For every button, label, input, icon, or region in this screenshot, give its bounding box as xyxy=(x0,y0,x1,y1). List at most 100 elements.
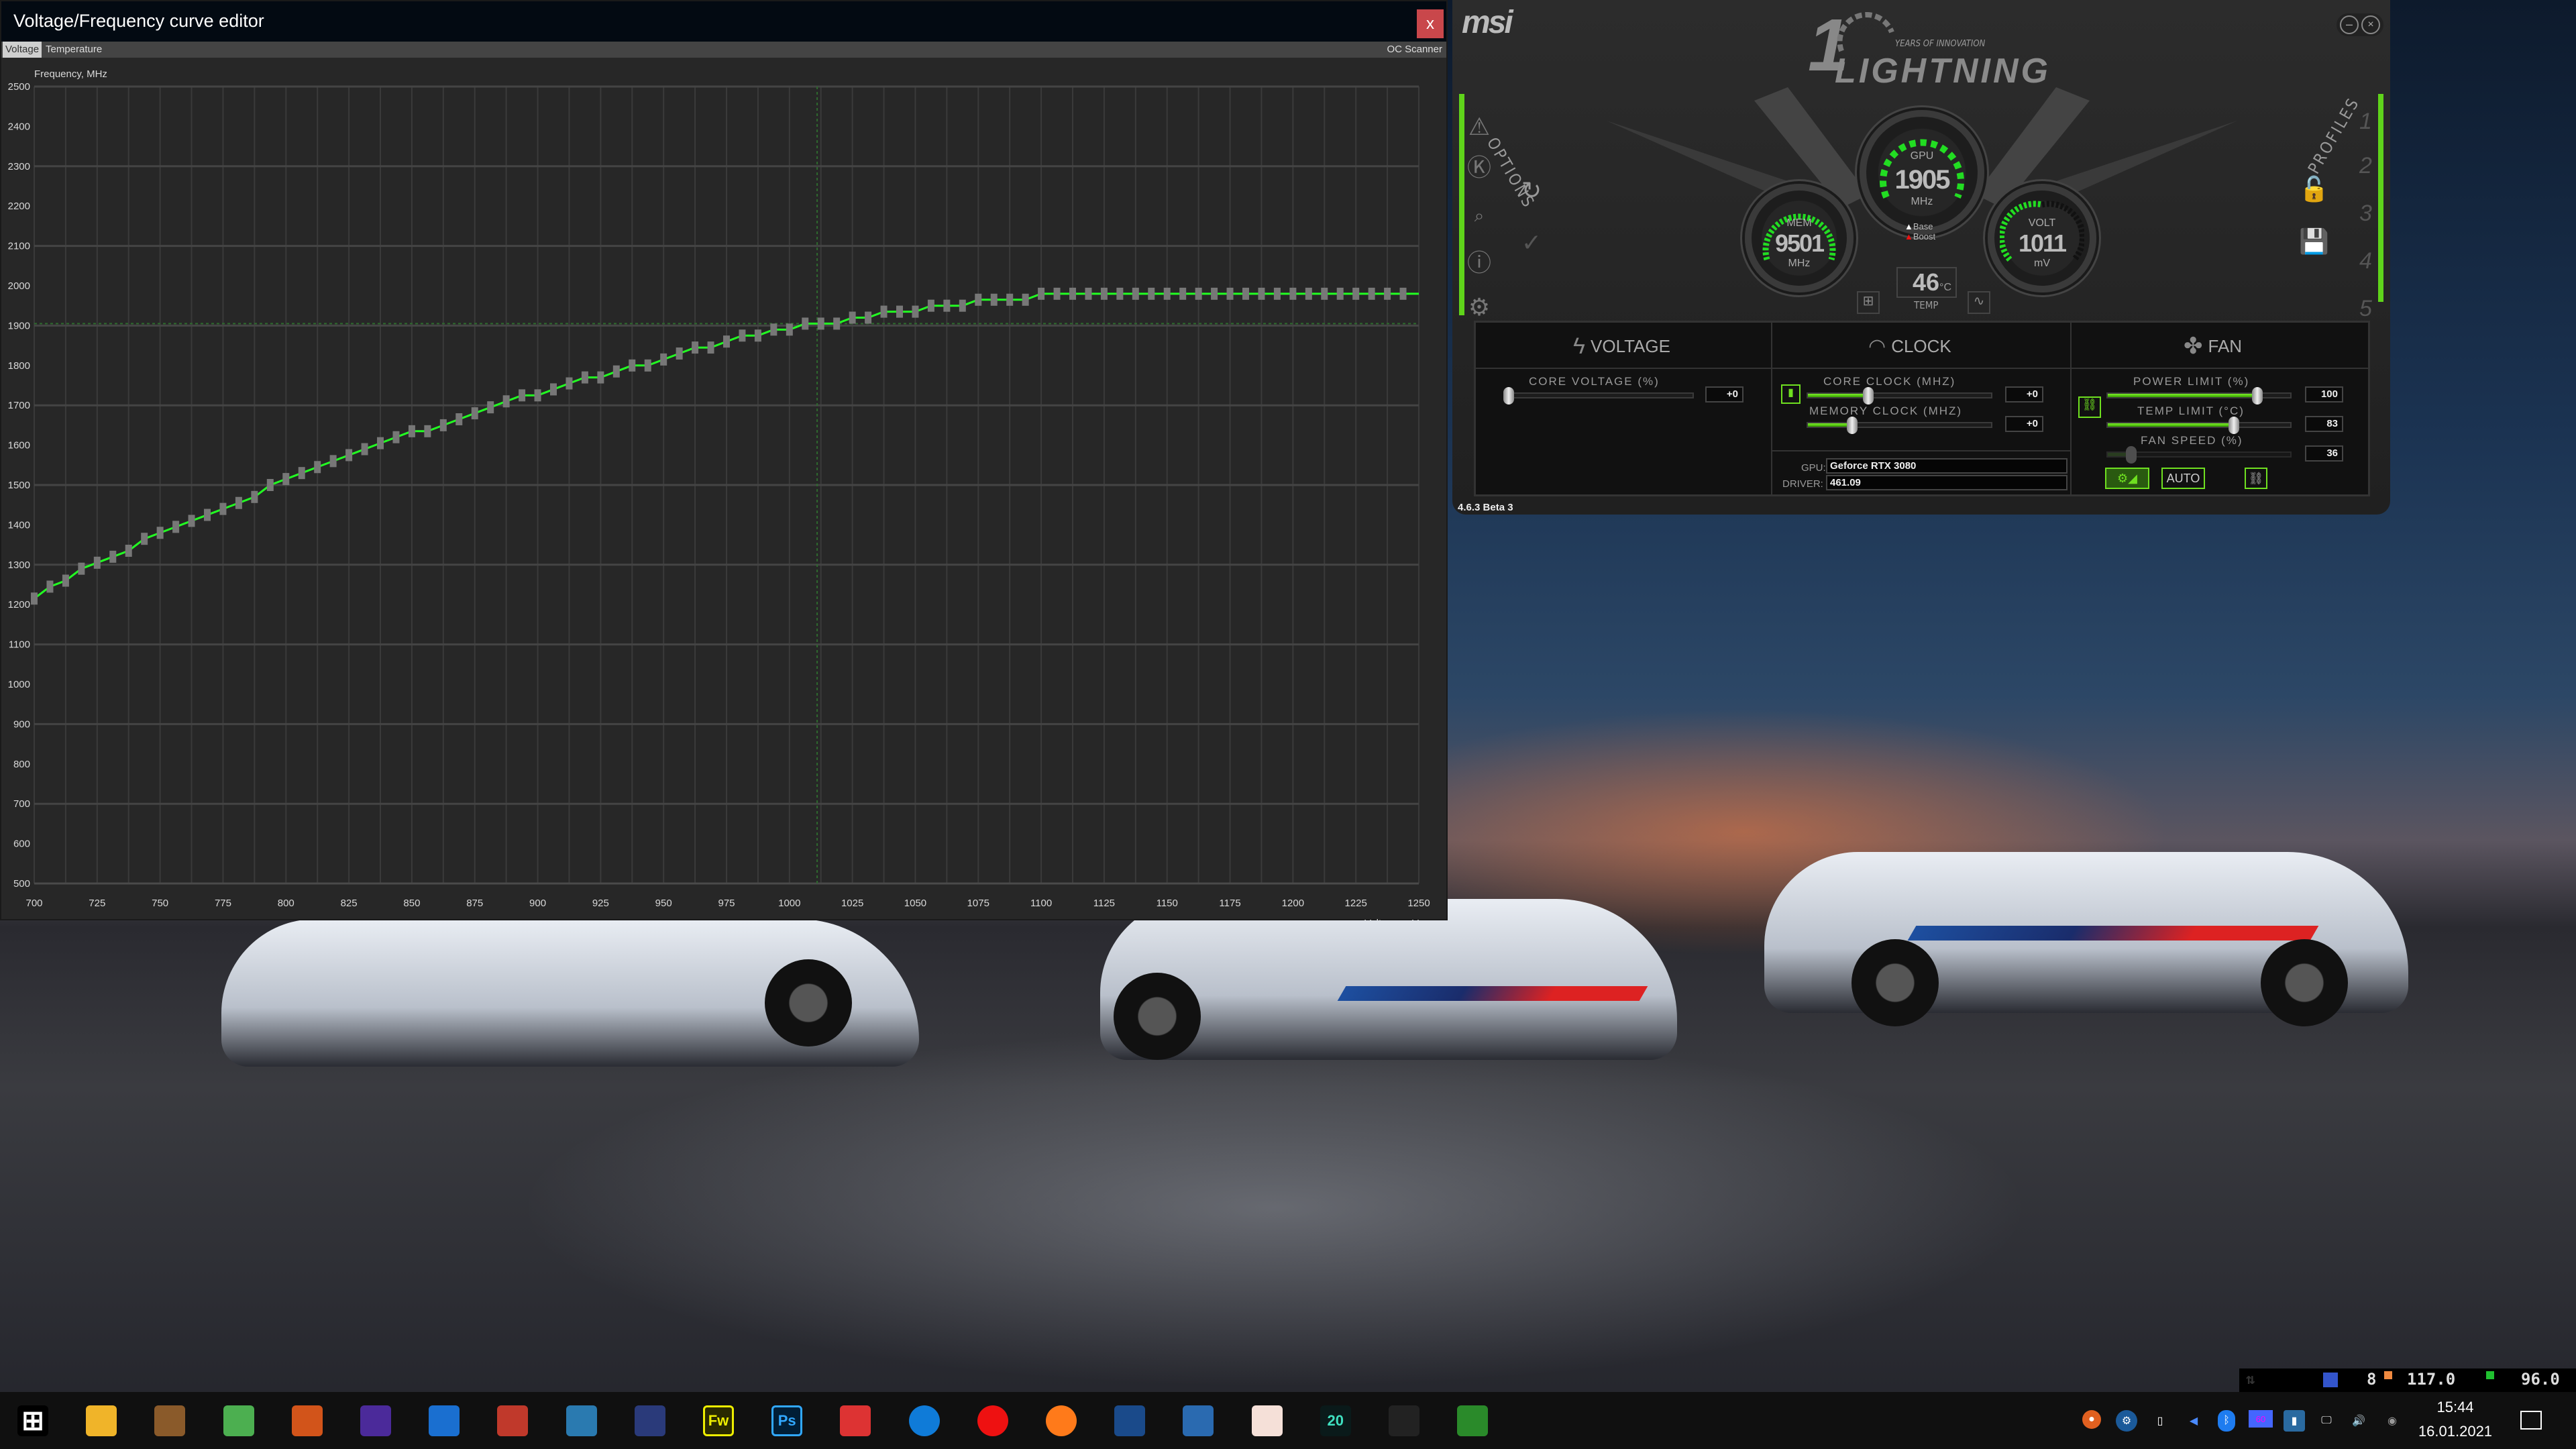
cpu-z-taskbar-icon[interactable] xyxy=(360,1405,391,1436)
vf-curve-point[interactable] xyxy=(219,502,227,515)
vf-curve-point[interactable] xyxy=(345,449,353,462)
core-voltage-value[interactable]: +0 xyxy=(1705,386,1743,402)
vf-curve-point[interactable] xyxy=(692,341,699,354)
vf-curve-point[interactable] xyxy=(1022,293,1029,306)
vf-curve-point[interactable] xyxy=(93,556,101,569)
vf-curve-point[interactable] xyxy=(896,305,903,318)
gpu-z-taskbar-icon[interactable] xyxy=(223,1405,254,1436)
edge-taskbar-icon[interactable] xyxy=(908,1405,940,1436)
vf-curve-point[interactable] xyxy=(408,425,415,437)
start-taskbar-icon[interactable]: ⊞ xyxy=(17,1405,48,1436)
vf-curve-point[interactable] xyxy=(1273,287,1281,300)
vf-curve-point[interactable] xyxy=(739,329,746,342)
curve-editor-button[interactable]: ▮ xyxy=(1781,384,1801,404)
photoshop-taskbar-icon[interactable]: Ps xyxy=(771,1405,803,1436)
vf-curve-point[interactable] xyxy=(1352,287,1360,300)
vf-curve-point[interactable] xyxy=(943,299,951,312)
lock-icon[interactable]: 🔓 xyxy=(2299,174,2329,204)
hwinfo-tray-icon[interactable]: ▮ xyxy=(2284,1410,2305,1432)
temp-limit-slider[interactable] xyxy=(2106,417,2292,434)
fan-auto-button[interactable]: AUTO xyxy=(2161,468,2205,489)
bluetooth-icon[interactable]: ᛒ xyxy=(2218,1410,2235,1432)
vf-curve-point[interactable] xyxy=(581,371,588,384)
vf-curve-point[interactable] xyxy=(471,407,478,420)
vf-curve-point[interactable] xyxy=(817,317,824,330)
kombustor-icon[interactable]: ⚠ xyxy=(1464,112,1494,142)
vf-curve-point[interactable] xyxy=(644,359,651,372)
vf-curve-point[interactable] xyxy=(912,305,919,318)
opera-taskbar-icon[interactable] xyxy=(977,1405,1008,1436)
vf-curve-point[interactable] xyxy=(1242,287,1249,300)
vf-curve-point[interactable] xyxy=(550,383,557,396)
hwinfo-taskbar-icon[interactable] xyxy=(566,1405,597,1436)
app-17-taskbar-icon[interactable] xyxy=(1114,1405,1146,1436)
fan-curve-button[interactable]: ⚙◢ xyxy=(2105,468,2149,489)
vf-curve-point[interactable] xyxy=(392,431,400,443)
k-boost-icon[interactable]: Ⓚ xyxy=(1464,153,1494,182)
vf-curve-point[interactable] xyxy=(1258,287,1265,300)
vf-curve-point[interactable] xyxy=(46,580,54,593)
link-limits-icon[interactable]: ⛓ xyxy=(2078,396,2101,418)
webcam-icon[interactable]: ◉ xyxy=(2381,1410,2403,1432)
fireworks-taskbar-icon[interactable]: Fw xyxy=(703,1405,734,1436)
network-icon[interactable]: 🖵 xyxy=(2316,1410,2337,1432)
fan-link-icon[interactable]: ⛓ xyxy=(2245,468,2267,489)
fan-speed-slider[interactable] xyxy=(2106,446,2292,464)
fan-speed-value[interactable]: 36 xyxy=(2305,445,2343,462)
vf-curve-point[interactable] xyxy=(786,323,793,336)
profile-5[interactable]: 5 xyxy=(2359,296,2372,322)
steam-icon[interactable]: ⚙ xyxy=(2116,1410,2137,1432)
monitoring-icon[interactable]: ∿ xyxy=(1968,291,1990,314)
clock-date[interactable]: 16.01.2021 xyxy=(2408,1423,2502,1440)
vf-curve-point[interactable] xyxy=(204,508,211,521)
vf-curve-point[interactable] xyxy=(1305,287,1312,300)
tab-voltage[interactable]: Voltage xyxy=(3,42,42,58)
vf-curve-point[interactable] xyxy=(1211,287,1218,300)
vf-curve-point[interactable] xyxy=(676,347,683,360)
volume-icon[interactable]: 🔊 xyxy=(2348,1410,2369,1432)
vf-curve-point[interactable] xyxy=(629,359,636,372)
keepass-taskbar-icon[interactable] xyxy=(634,1405,665,1436)
vf-curve-point[interactable] xyxy=(361,443,368,455)
vf-curve-point[interactable] xyxy=(927,299,934,312)
app-19-taskbar-icon[interactable] xyxy=(1251,1405,1283,1436)
vf-curve-point[interactable] xyxy=(1384,287,1391,300)
vf-curve-point[interactable] xyxy=(329,455,337,468)
profile-1[interactable]: 1 xyxy=(2359,109,2372,135)
vf-curve-point[interactable] xyxy=(959,299,966,312)
app-3-taskbar-icon[interactable] xyxy=(154,1405,186,1436)
vf-curve-point[interactable] xyxy=(1132,287,1139,300)
vf-curve-point[interactable] xyxy=(723,335,730,348)
vf-curve-point[interactable] xyxy=(502,395,510,408)
vf-curve-point[interactable] xyxy=(660,353,667,366)
vf-curve-point[interactable] xyxy=(1399,287,1407,300)
title-bar[interactable]: Voltage/Frequency curve editor x xyxy=(1,1,1446,42)
vf-curve-point[interactable] xyxy=(1053,287,1061,300)
settings-gear-icon[interactable]: ⚙ xyxy=(1464,292,1494,322)
memory-clock-slider[interactable] xyxy=(1807,417,1992,434)
network-app-icon[interactable]: ◀ xyxy=(2183,1410,2204,1432)
vf-curve-point[interactable] xyxy=(125,545,132,557)
save-icon[interactable]: 💾 xyxy=(2299,227,2329,256)
app-22-taskbar-icon[interactable] xyxy=(1457,1405,1489,1436)
vf-curve-point[interactable] xyxy=(612,365,620,378)
vf-curve-point[interactable] xyxy=(31,592,38,605)
vf-curve-point[interactable] xyxy=(754,329,761,342)
vf-curve-point[interactable] xyxy=(534,389,541,402)
profile-2[interactable]: 2 xyxy=(2359,153,2372,179)
profile-3[interactable]: 3 xyxy=(2359,201,2372,227)
windows-startup-icon[interactable]: ⊞ xyxy=(1857,291,1880,314)
vf-curve-point[interactable] xyxy=(314,461,321,474)
vf-curve-point[interactable] xyxy=(707,341,714,354)
info-icon[interactable]: ⓘ xyxy=(1464,248,1494,278)
vf-curve-point[interactable] xyxy=(377,437,384,449)
vf-curve-point[interactable] xyxy=(1163,287,1171,300)
vf-curve-point[interactable] xyxy=(424,425,431,437)
vf-curve-point[interactable] xyxy=(880,305,888,318)
vf-chart[interactable]: 500 600 700 800 900 1000 1100 1200 1300 1400 1500 1… xyxy=(1,58,1446,920)
vf-curve-point[interactable] xyxy=(1069,287,1076,300)
vf-curve-point[interactable] xyxy=(833,317,841,330)
close-button[interactable]: × xyxy=(2361,15,2380,34)
core-clock-slider[interactable] xyxy=(1807,387,1992,405)
vf-curve-point[interactable] xyxy=(282,473,290,486)
